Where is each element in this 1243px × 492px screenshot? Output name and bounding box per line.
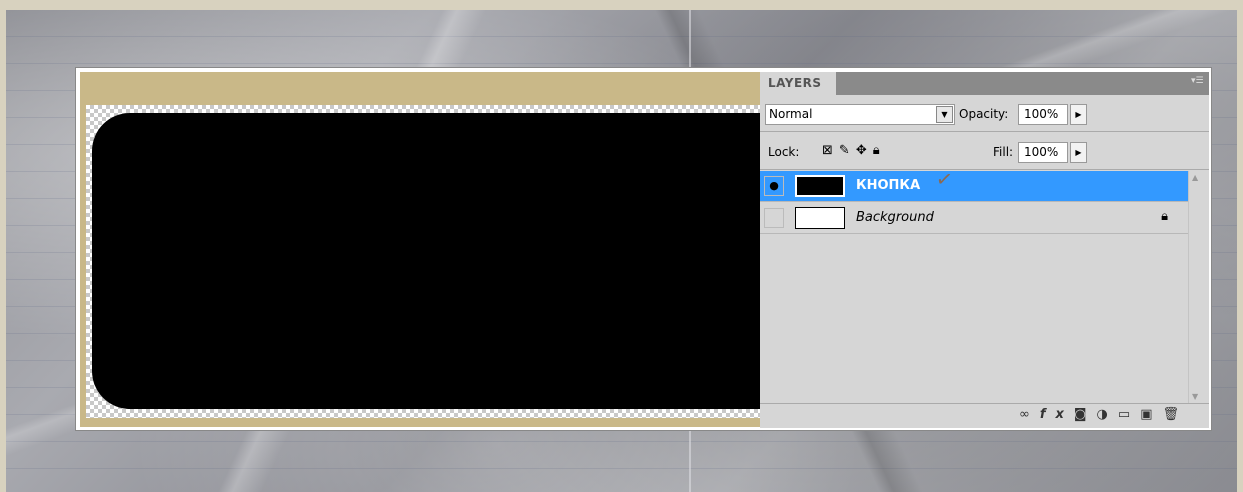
opacity-arrow-icon[interactable]: ▶	[1070, 104, 1087, 125]
lock-icon: 🔒︎	[1161, 209, 1168, 224]
photoshop-screenshot: LAYERS ▾☰ Normal ▼ Opacity: 100% ▶ Lock:…	[75, 67, 1212, 431]
blend-mode-select[interactable]: Normal ▼	[765, 104, 955, 125]
lock-image-icon[interactable]: ✎	[839, 143, 856, 158]
lock-position-icon[interactable]: ✥	[856, 143, 873, 158]
layer-name: КНОПКА	[856, 178, 921, 193]
opacity-field[interactable]: 100%	[1018, 104, 1068, 125]
layer-name: Background	[856, 210, 934, 225]
lock-transparent-icon[interactable]: ⊠	[822, 143, 839, 158]
checkmark-icon: ✓	[934, 165, 955, 193]
eye-icon[interactable]: ●	[764, 176, 784, 196]
trash-icon[interactable]: 🗑︎	[1162, 407, 1189, 422]
layer-thumbnail	[795, 175, 845, 197]
scroll-up-icon[interactable]: ▲	[1192, 173, 1198, 182]
fx-icon[interactable]: fx	[1040, 407, 1074, 422]
new-layer-icon[interactable]: ▣	[1140, 407, 1162, 422]
opacity-label: Opacity:	[959, 107, 1009, 121]
fill-label: Fill:	[993, 145, 1014, 159]
bottom-icons: ∞fx◙◑▭▣🗑︎	[1019, 407, 1189, 422]
divider	[760, 169, 1209, 170]
fill-field[interactable]: 100%	[1018, 142, 1068, 163]
divider	[760, 131, 1209, 132]
button-shape	[92, 113, 760, 409]
chevron-down-icon[interactable]: ▼	[936, 106, 953, 123]
tab-layers[interactable]: LAYERS	[760, 72, 836, 95]
document-canvas[interactable]	[80, 72, 760, 427]
blend-mode-value: Normal	[769, 107, 813, 121]
link-icon[interactable]: ∞	[1019, 407, 1040, 422]
scroll-down-icon[interactable]: ▼	[1192, 392, 1198, 401]
lock-all-icon[interactable]: 🔒︎	[873, 143, 886, 158]
layer-row-knopka[interactable]: ● КНОПКА ✓	[760, 166, 1188, 202]
panel-bottom-bar: ∞fx◙◑▭▣🗑︎	[760, 403, 1209, 428]
fill-arrow-icon[interactable]: ▶	[1070, 142, 1087, 163]
layer-row-background[interactable]: Background 🔒︎	[760, 203, 1188, 234]
visibility-toggle[interactable]	[764, 208, 784, 228]
lock-label: Lock:	[768, 145, 800, 159]
panel-menu-icon[interactable]: ▾☰	[1191, 75, 1205, 87]
layer-thumbnail	[795, 207, 845, 229]
lock-icons: ⊠✎✥🔒︎	[822, 143, 886, 158]
layers-panel: LAYERS ▾☰ Normal ▼ Opacity: 100% ▶ Lock:…	[760, 72, 1209, 428]
layers-scrollbar[interactable]: ▲ ▼	[1188, 171, 1206, 403]
mask-icon[interactable]: ◙	[1074, 407, 1097, 422]
panel-tabbar: LAYERS ▾☰	[760, 72, 1209, 95]
group-icon[interactable]: ▭	[1118, 407, 1140, 422]
adjustment-icon[interactable]: ◑	[1097, 407, 1118, 422]
